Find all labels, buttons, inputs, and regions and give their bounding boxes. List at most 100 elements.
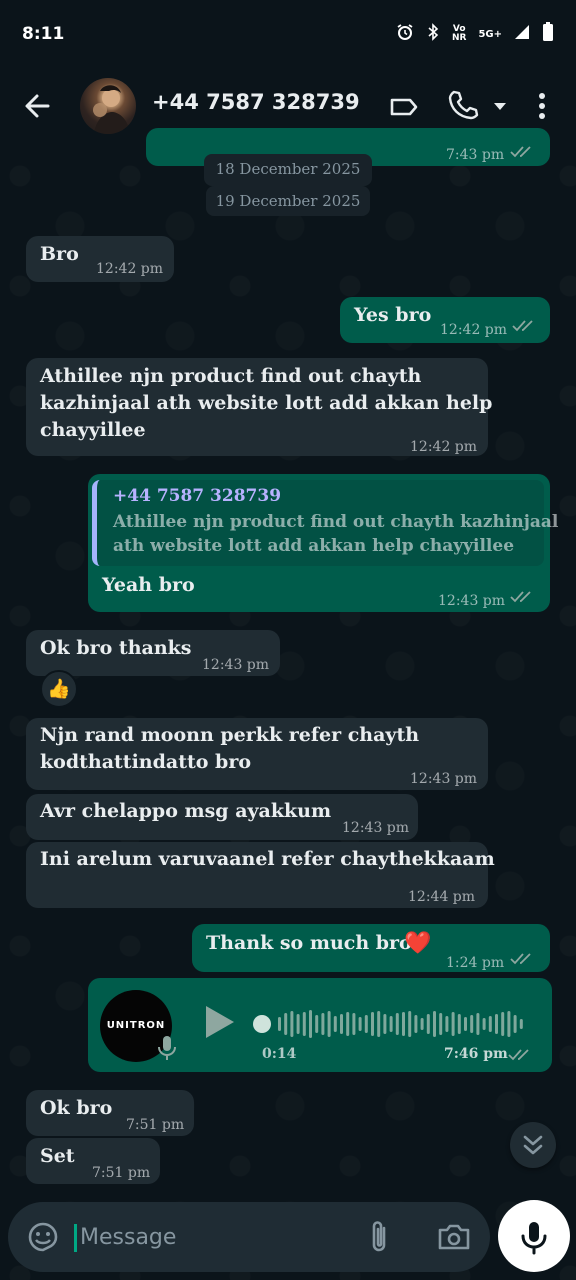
waveform-bar [377,1011,381,1037]
waveform-bar [358,1017,362,1031]
contact-avatar[interactable] [80,78,136,134]
message-text-line: Njn rand moonn perkk refer chayth [40,724,420,746]
read-ticks-icon [510,953,531,965]
avatar-image [93,85,130,134]
voice-record-button[interactable] [498,1200,570,1272]
waveform-bar [290,1011,294,1037]
status-bar: 8:11 Vo NR 5G+ [0,0,576,68]
waveform-bar [488,1016,492,1032]
call-options-dropdown[interactable] [492,98,508,114]
overflow-menu-button[interactable] [530,88,554,124]
message-bubble-incoming[interactable]: Ok bro 7:51 pm [26,1090,194,1136]
heart-emoji: ❤️ [404,930,432,956]
phone-icon [448,90,479,120]
message-bubble-incoming[interactable]: Avr chelappo msg ayakkum 12:43 pm [26,794,418,840]
quoted-author: +44 7587 328739 [113,486,282,506]
message-time: 12:43 pm [438,593,506,609]
read-ticks-icon [508,1049,529,1061]
message-time: 12:43 pm [410,771,478,787]
message-bubble-incoming[interactable]: Ini arelum varuvaanel refer chaythekkaam… [26,842,495,908]
caret-down-icon [494,103,506,110]
message-time: 12:43 pm [342,820,410,836]
quoted-message[interactable]: +44 7587 328739 Athillee njn product fin… [92,480,558,566]
waveform-bar [439,1013,443,1035]
waveform-bar [371,1012,374,1036]
battery-icon [542,22,554,46]
network-type: 5G+ [478,28,502,40]
volte-indicator: Vo NR [452,25,466,43]
read-ticks-icon [510,146,531,158]
play-button[interactable] [202,1002,238,1042]
audio-waveform[interactable] [248,1004,538,1044]
waveform-bar [327,1011,331,1037]
message-text: Avr chelappo msg ayakkum [40,800,332,822]
message-bubble-incoming[interactable]: Bro 12:42 pm [26,236,174,282]
scroll-to-bottom-button[interactable] [510,1122,556,1168]
signal-icon [514,24,530,44]
waveform-bar [501,1012,505,1036]
voice-message-bubble[interactable]: UNITRON 0:14 7:46 pm [88,978,552,1072]
paperclip-icon [372,1221,386,1252]
message-text: Yeah bro [102,574,195,596]
waveform-bar [309,1010,312,1038]
quoted-text-line: ath website lott add akkan help chayyill… [113,536,515,556]
waveform-bar [389,1016,393,1032]
mic-badge-icon [158,1036,176,1060]
alarm-icon [396,23,414,45]
attach-button[interactable] [364,1218,394,1256]
camera-button[interactable] [436,1220,472,1254]
message-bubble-outgoing[interactable]: Thank so much bro ❤️ 1:24 pm [192,924,550,972]
waveform-scrubber[interactable] [253,1015,271,1033]
double-chevron-down-icon [523,1135,543,1155]
message-text: Ini arelum varuvaanel refer chaythekkaam [40,848,495,870]
waveform-bar [464,1017,467,1031]
message-input[interactable] [80,1218,340,1256]
quoted-text-line: Athillee njn product find out chayth kaz… [113,512,559,532]
waveform-bar [302,1012,306,1036]
waveform-bar [296,1014,300,1034]
status-time: 8:11 [22,24,65,44]
waveform-bar [426,1014,430,1034]
waveform-bar [457,1014,461,1034]
waveform-bar [482,1018,486,1030]
reaction-badge[interactable]: 👍 [40,670,78,708]
message-text: Thank so much bro [206,932,412,954]
message-bubble-incoming[interactable]: Athillee njn product find out chayth kaz… [26,358,492,456]
message-text-line: Athillee njn product find out chayth [40,365,422,387]
read-ticks-icon [512,320,533,332]
label-button[interactable] [388,91,420,123]
message-text-line: chayyillee [40,419,146,441]
waveform-bars [278,1010,523,1038]
message-bubble-incoming[interactable]: Set 7:51 pm [26,1138,160,1184]
date-separator: 19 December 2025 [206,186,370,216]
back-button[interactable] [20,88,56,124]
message-time: 12:43 pm [202,657,270,673]
waveform-bar [414,1015,418,1033]
waveform-bar [352,1013,356,1035]
bluetooth-icon [426,23,440,45]
read-ticks-icon [510,591,531,603]
date-separator: 18 December 2025 [204,154,372,186]
more-vert-icon [539,93,545,119]
message-text: Ok bro thanks [40,637,192,659]
waveform-bar [364,1015,368,1033]
message-text-line: kazhinjaal ath website lott add akkan he… [40,392,493,414]
message-time: 7:43 pm [446,147,505,163]
contact-name[interactable]: +44 7587 328739 [152,90,360,114]
message-bubble-incoming[interactable]: Ok bro thanks 12:43 pm [26,630,280,676]
back-arrow-icon [25,94,50,118]
waveform-bar [476,1013,480,1035]
voice-call-button[interactable] [446,88,480,122]
emoji-button[interactable] [26,1220,60,1254]
message-bubble-outgoing[interactable]: Yes bro 12:42 pm [340,297,550,343]
waveform-bar [519,1019,523,1029]
message-time: 7:46 pm [444,1046,508,1062]
mic-icon [521,1222,547,1255]
camera-icon [438,1224,470,1250]
waveform-bar [433,1011,436,1037]
waveform-bar [495,1014,498,1034]
message-bubble-incoming[interactable]: Njn rand moonn perkk refer chayth kodtha… [26,718,488,790]
waveform-bar [420,1018,424,1030]
waveform-bar [315,1015,319,1033]
label-icon [390,98,418,116]
